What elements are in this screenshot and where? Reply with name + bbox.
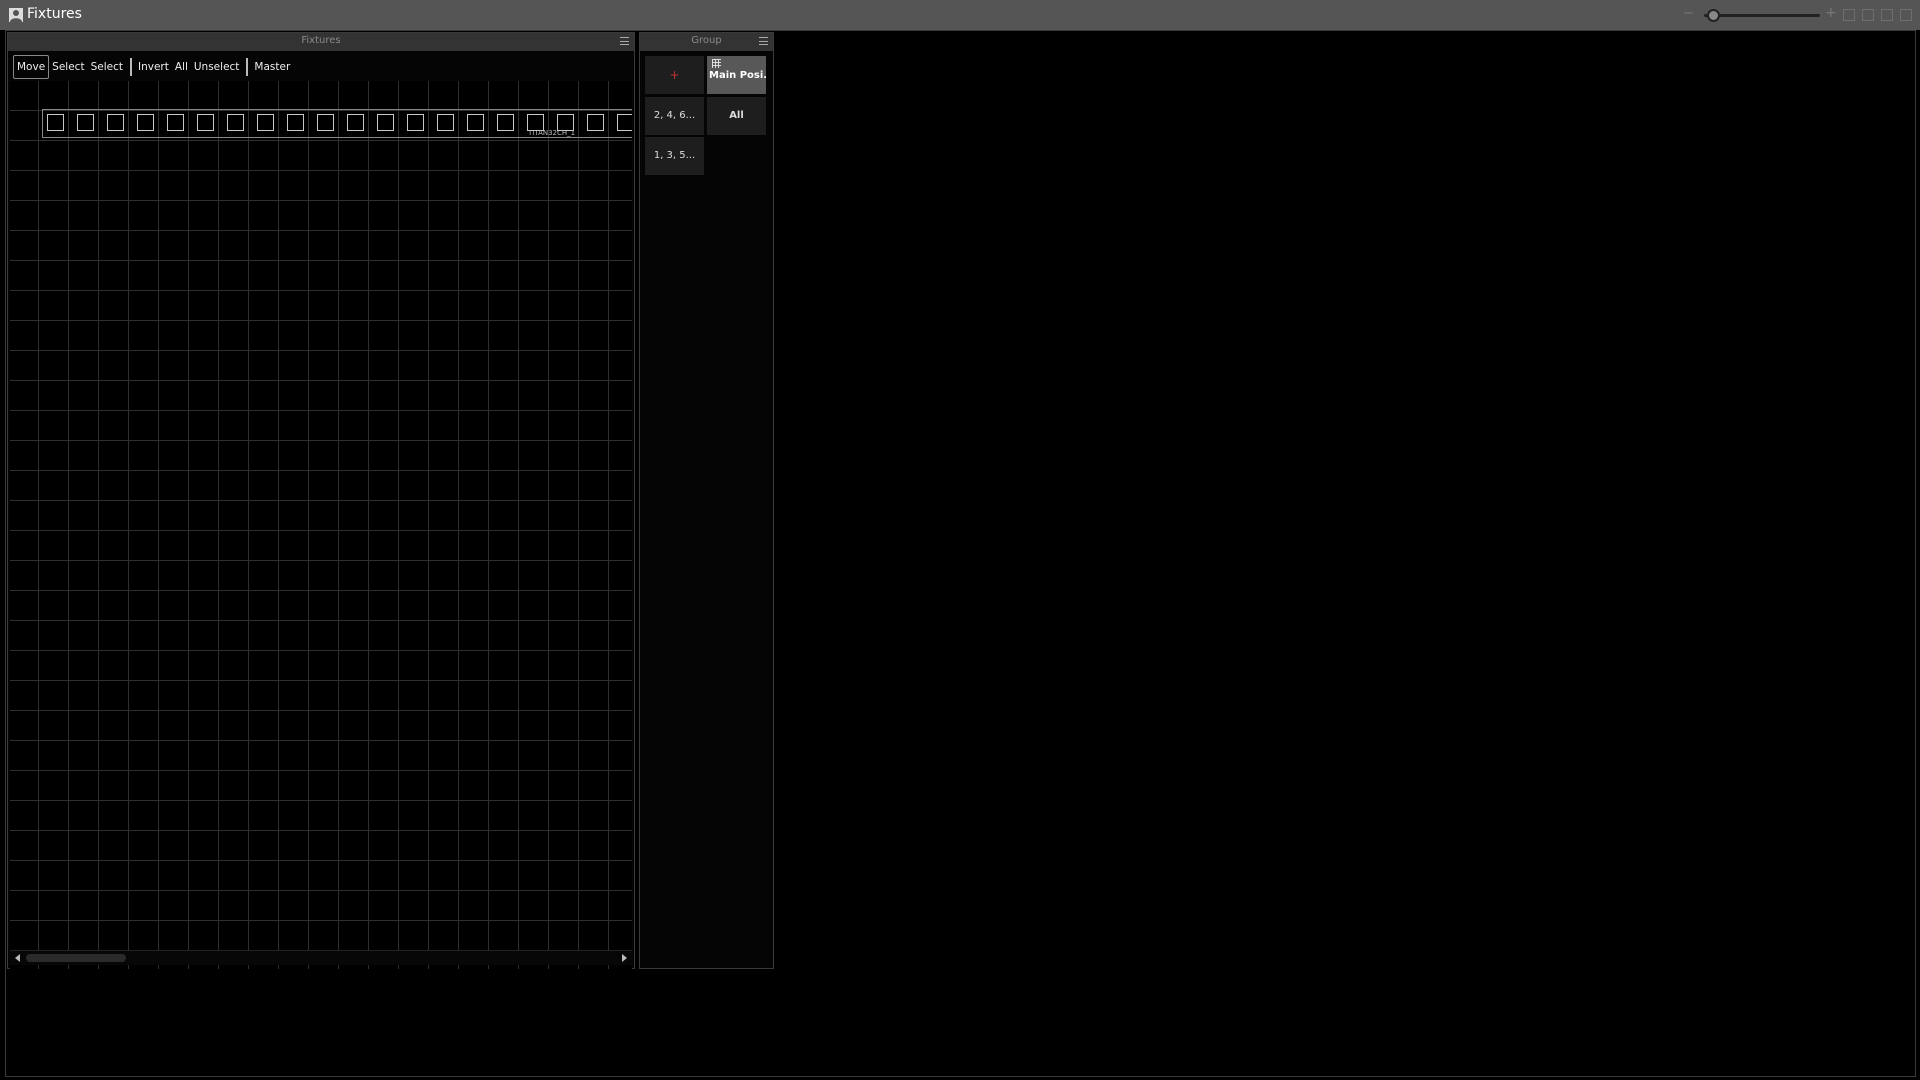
fixture-cell[interactable]: [407, 114, 424, 131]
group-tile-all[interactable]: All: [707, 97, 766, 135]
group-tile-even[interactable]: 2, 4, 6...: [645, 97, 704, 135]
move-button[interactable]: Move: [13, 55, 50, 79]
zoom-slider-handle[interactable]: [1707, 9, 1721, 22]
group-tile-label: Main Posi...: [709, 70, 766, 81]
user-icon: [9, 8, 23, 22]
fixture-cell[interactable]: [527, 114, 544, 131]
close-icon[interactable]: [1900, 9, 1912, 21]
group-panel: Group + Main Posi... 2, 4, 6... All 1, 3…: [639, 32, 774, 969]
group-tile-main-position[interactable]: Main Posi...: [707, 56, 766, 94]
select-button[interactable]: Select: [49, 54, 87, 80]
fixture-cell[interactable]: [617, 114, 632, 131]
fixture-cell[interactable]: [77, 114, 94, 131]
group-panel-header: Group: [640, 33, 773, 51]
fixture-cell[interactable]: [47, 114, 64, 131]
fixture-cell[interactable]: [107, 114, 124, 131]
fixture-cell[interactable]: [167, 114, 184, 131]
fixture-cell[interactable]: [257, 114, 274, 131]
workspace: Fixtures Move Select Select Invert All U…: [5, 30, 1916, 1077]
title-bar: Fixtures − +: [0, 0, 1920, 30]
fixture-cell[interactable]: [227, 114, 244, 131]
zoom-slider[interactable]: [1704, 14, 1820, 17]
group-panel-title: Group: [691, 35, 722, 46]
scroll-right-arrow-icon[interactable]: [622, 954, 627, 962]
fixtures-panel: Fixtures Move Select Select Invert All U…: [7, 32, 635, 969]
scrollbar-thumb[interactable]: [26, 954, 126, 962]
zoom-out-button[interactable]: −: [1683, 6, 1694, 21]
settings-icon[interactable]: [1881, 9, 1893, 21]
layout-icon[interactable]: [1862, 9, 1874, 21]
group-tile-odd[interactable]: 1, 3, 5...: [645, 137, 704, 175]
fixture-cell[interactable]: [137, 114, 154, 131]
toolbar-divider: [129, 58, 132, 76]
fixture-layout-canvas[interactable]: TITAN32CH_1: [10, 81, 632, 969]
fixture-cell[interactable]: [197, 114, 214, 131]
fixtures-toolbar: Move Select Select Invert All Unselect M…: [13, 54, 293, 80]
unselect-button[interactable]: Unselect: [191, 54, 243, 80]
zoom-in-button[interactable]: +: [1825, 5, 1837, 21]
fixture-cell[interactable]: [557, 114, 574, 131]
fixtures-panel-menu-icon[interactable]: [620, 37, 629, 45]
scroll-left-arrow-icon[interactable]: [15, 954, 20, 962]
fixture-cell[interactable]: [317, 114, 334, 131]
group-panel-menu-icon[interactable]: [759, 37, 768, 45]
invert-button[interactable]: Invert: [135, 54, 172, 80]
fixture-cell[interactable]: [467, 114, 484, 131]
window-title: Fixtures: [27, 6, 82, 22]
toolbar-divider: [246, 58, 249, 76]
fixture-cell[interactable]: [497, 114, 514, 131]
grid-icon: [712, 59, 721, 68]
horizontal-scrollbar[interactable]: [10, 950, 632, 965]
all-button[interactable]: All: [172, 54, 191, 80]
fixture-cell[interactable]: [587, 114, 604, 131]
select-mode-button[interactable]: Select: [88, 54, 126, 80]
fixture-cell[interactable]: [437, 114, 454, 131]
fixtures-panel-header: Fixtures: [8, 33, 634, 51]
fixture-cell[interactable]: [287, 114, 304, 131]
fixture-group-titan32ch[interactable]: TITAN32CH_1: [42, 109, 632, 138]
master-button[interactable]: Master: [251, 54, 293, 80]
fit-view-icon[interactable]: [1843, 9, 1855, 21]
fixture-cell[interactable]: [347, 114, 364, 131]
fixtures-panel-title: Fixtures: [301, 35, 341, 46]
fixture-cell[interactable]: [377, 114, 394, 131]
add-group-button[interactable]: +: [645, 56, 704, 94]
